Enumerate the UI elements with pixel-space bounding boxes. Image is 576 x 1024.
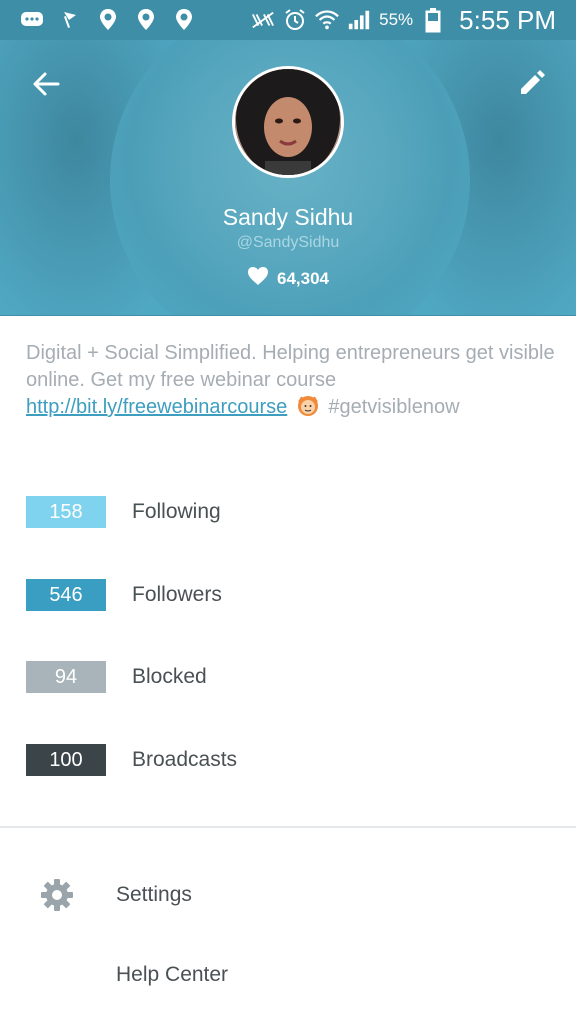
pencil-icon	[517, 67, 547, 102]
heart-icon	[247, 266, 269, 291]
avatar-image	[235, 69, 341, 175]
bio-link[interactable]: http://bit.ly/freewebinarcourse	[26, 396, 287, 418]
location-pin-icon	[134, 8, 158, 32]
status-bar: 55% 5:55 PM	[0, 0, 576, 40]
divider	[0, 826, 576, 828]
location-pin-icon	[96, 8, 120, 32]
clock: 5:55 PM	[459, 4, 556, 35]
message-icon	[20, 8, 44, 32]
broadcasts-label: Broadcasts	[132, 748, 238, 771]
profile-handle: @SandySidhu	[236, 234, 340, 251]
edit-profile-button[interactable]	[512, 64, 552, 104]
stat-blocked[interactable]: 94 Blocked	[26, 661, 546, 693]
stat-following[interactable]: 158 Following	[26, 496, 546, 528]
flag-icon	[58, 8, 82, 32]
bio-text: Digital + Social Simplified. Helping ent…	[26, 342, 555, 391]
followers-count: 546	[26, 579, 106, 611]
nfc-icon	[251, 8, 275, 32]
location-pin-icon	[172, 8, 196, 32]
profile-bio: Digital + Social Simplified. Helping ent…	[26, 340, 556, 421]
avatar[interactable]	[232, 66, 344, 178]
followers-label: Followers	[132, 583, 222, 606]
person-emoji-icon	[297, 394, 319, 416]
signal-icon	[347, 8, 371, 32]
settings-label: Settings	[116, 883, 192, 906]
arrow-left-icon	[32, 70, 60, 103]
profile-header: Sandy Sidhu @SandySidhu 64,304	[0, 40, 576, 316]
likes-value: 64,304	[277, 268, 329, 288]
blocked-label: Blocked	[132, 665, 207, 688]
help-center-menu-item[interactable]: Help Center	[0, 947, 576, 1003]
likes-count: 64,304	[0, 266, 576, 291]
profile-name: Sandy Sidhu	[222, 204, 354, 230]
alarm-icon	[283, 8, 307, 32]
help-center-label: Help Center	[116, 963, 229, 986]
gear-icon	[38, 876, 76, 914]
back-button[interactable]	[26, 66, 66, 106]
broadcasts-count: 100	[26, 744, 106, 776]
following-count: 158	[26, 496, 106, 528]
following-label: Following	[132, 500, 221, 523]
bio-hashtag[interactable]: #getvisiblenow	[328, 396, 459, 418]
battery-icon	[421, 8, 445, 33]
wifi-icon	[315, 8, 340, 32]
blocked-count: 94	[26, 661, 106, 693]
settings-menu-item[interactable]: Settings	[0, 867, 576, 923]
stat-followers[interactable]: 546 Followers	[26, 579, 546, 611]
stat-broadcasts[interactable]: 100 Broadcasts	[26, 744, 546, 776]
battery-percent: 55%	[379, 10, 414, 29]
